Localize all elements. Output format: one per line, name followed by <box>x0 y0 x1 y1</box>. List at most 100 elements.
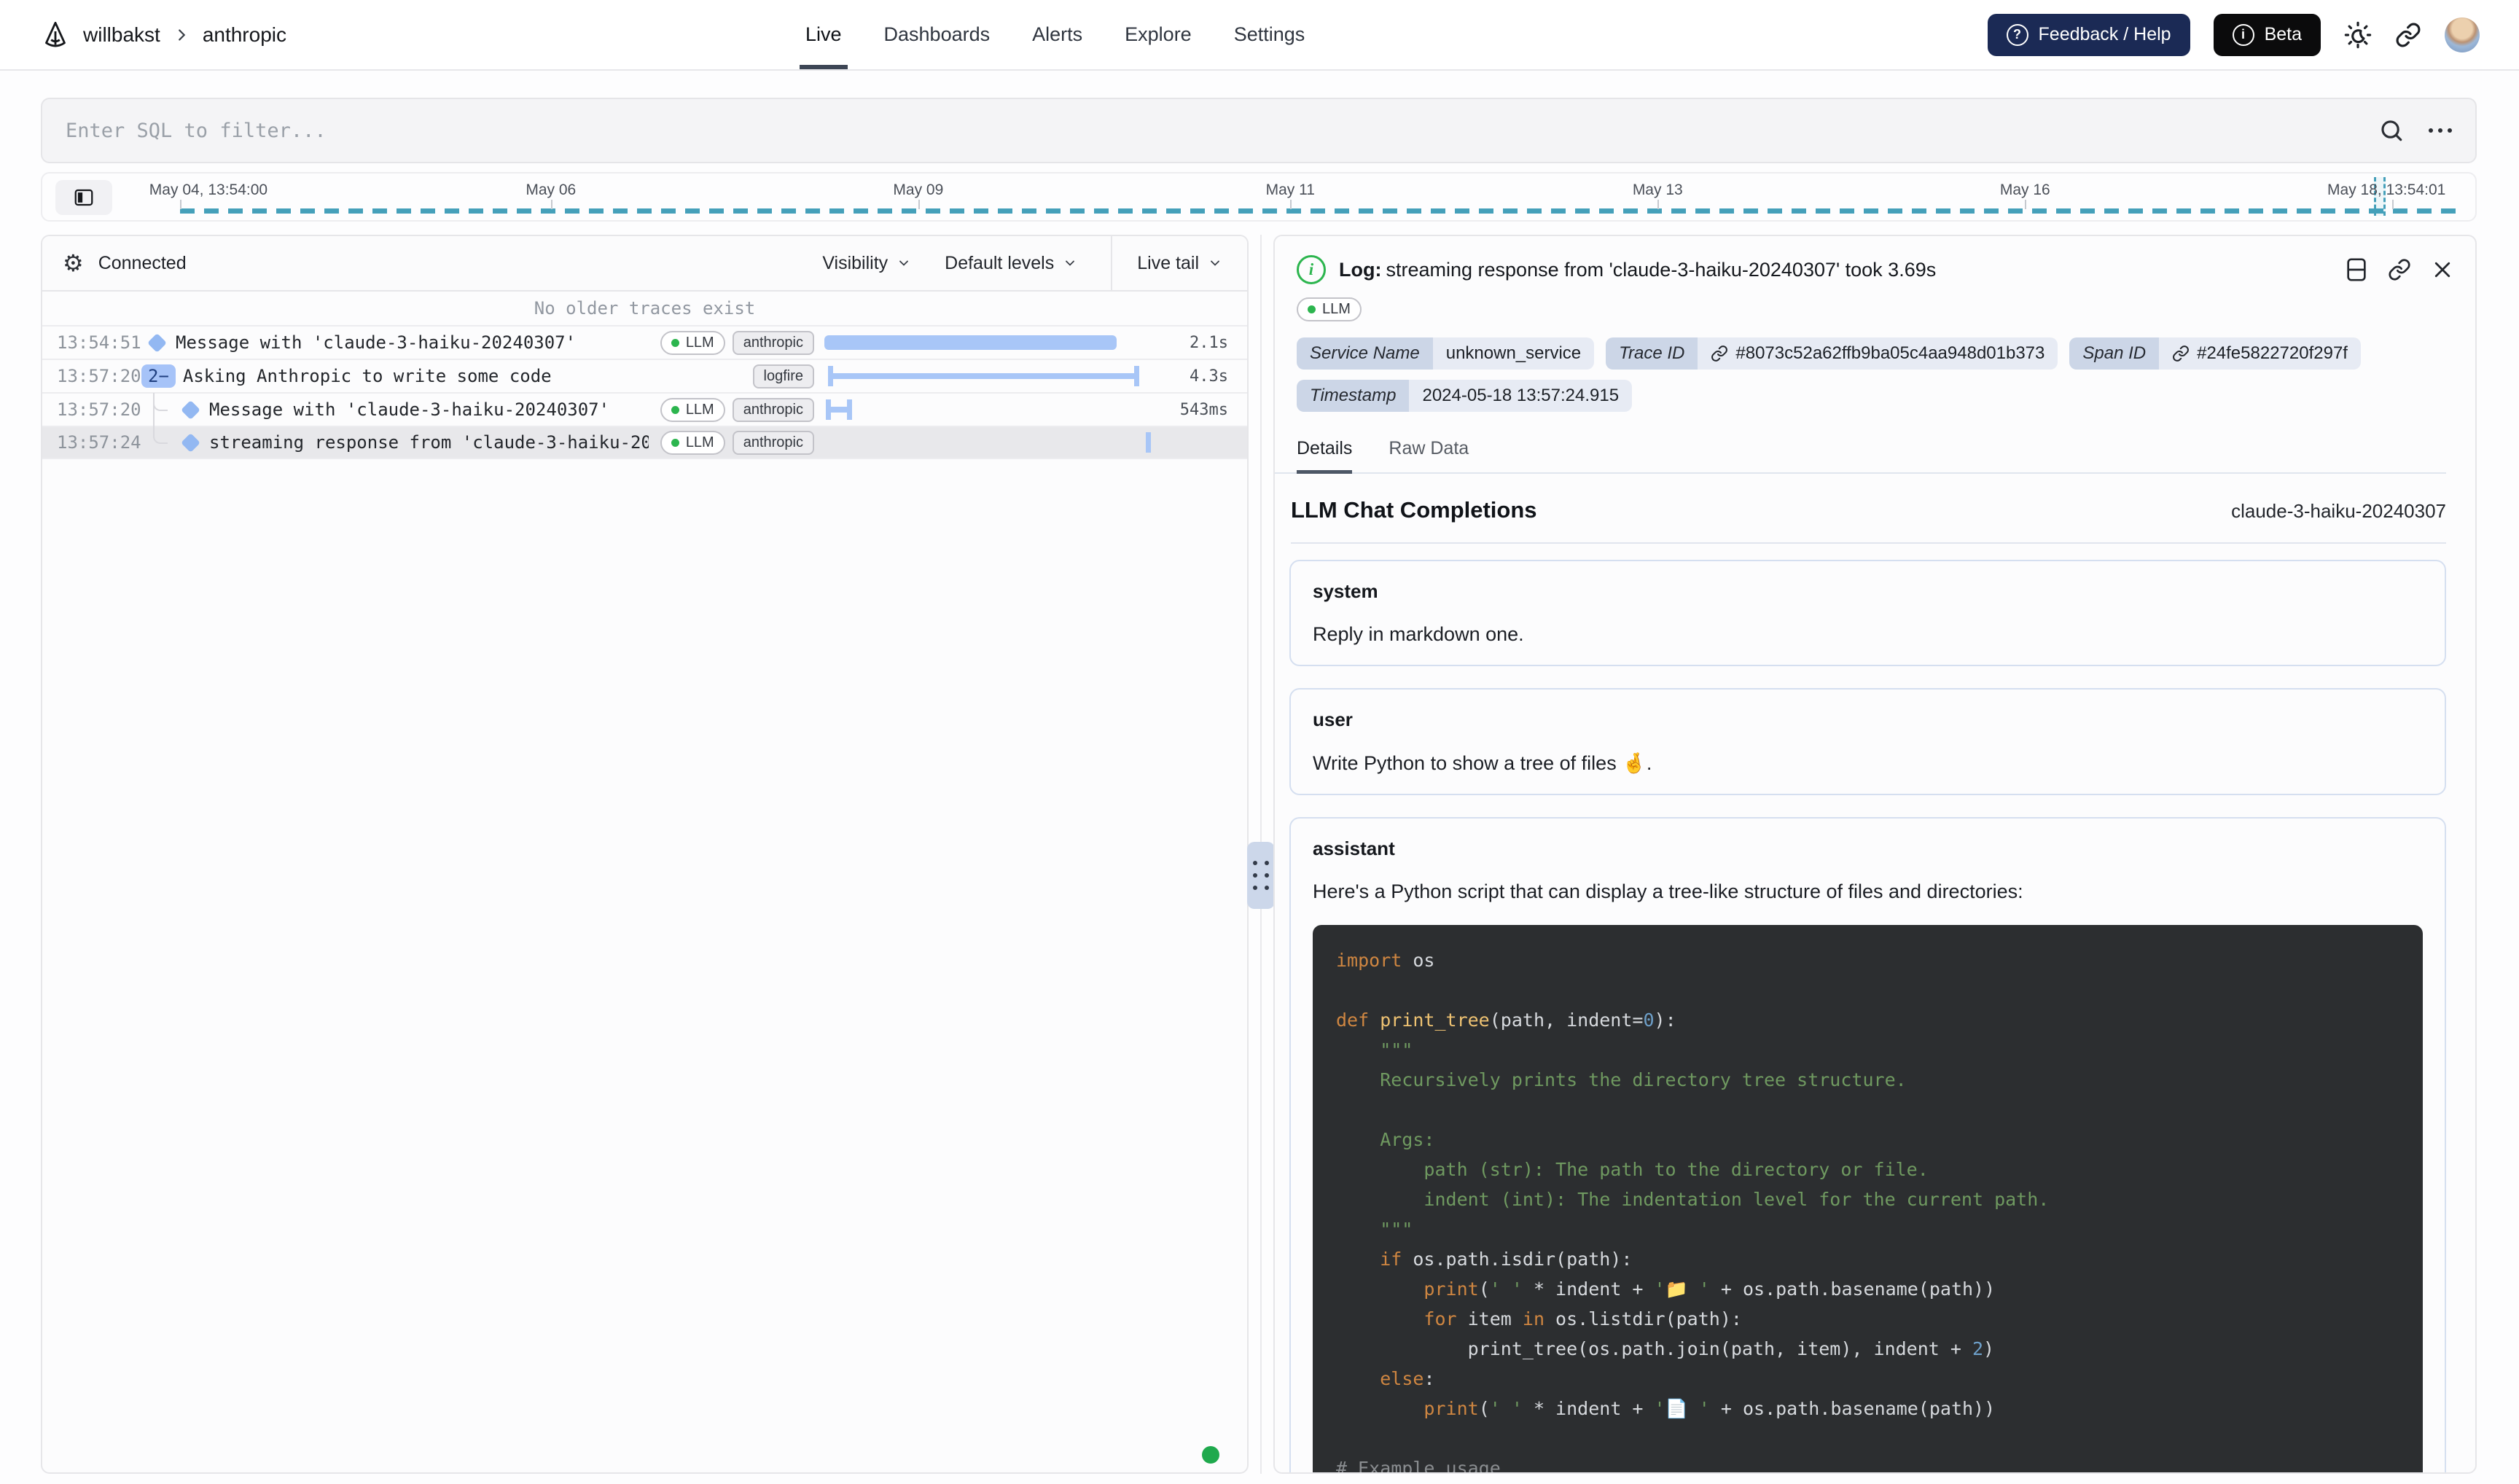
code-token: os.listdir(path): <box>1544 1308 1742 1329</box>
code-line: import os <box>1336 945 2399 975</box>
tag-label: LLM <box>686 434 714 451</box>
meta-value[interactable]: #8073c52a62ffb9ba05c4aa948d01b373 <box>1698 337 2058 370</box>
timeline-tick <box>1657 200 1659 209</box>
visibility-dropdown[interactable]: Visibility <box>822 253 911 274</box>
code-token: os <box>1402 950 1434 971</box>
gear-icon[interactable]: ⚙ <box>63 249 84 277</box>
code-line: print(' ' * indent + '📁 ' + os.path.base… <box>1336 1274 2399 1304</box>
meta-value-text: #8073c52a62ffb9ba05c4aa948d01b373 <box>1735 343 2045 364</box>
code-token <box>1336 1368 1380 1389</box>
code-token: print_tree <box>1380 1009 1490 1031</box>
trace-tags: LLM anthropic <box>660 398 814 422</box>
breadcrumb: willbakst anthropic <box>41 0 286 69</box>
tab-dashboards[interactable]: Dashboards <box>884 0 991 69</box>
trace-row[interactable]: 13:54:51Message with 'claude-3-haiku-202… <box>42 325 1247 359</box>
breadcrumb-project[interactable]: anthropic <box>203 23 286 47</box>
trace-row[interactable]: 13:57:202−Asking Anthropic to write some… <box>42 359 1247 392</box>
trace-list-header: ⚙ Connected Visibility Default levels Li… <box>42 236 1247 292</box>
detail-tabs: Details Raw Data <box>1275 412 2446 474</box>
code-token <box>1336 1249 1380 1270</box>
code-token: + os.path.basename(path)) <box>1710 1398 1995 1419</box>
meta-pill-trace-id: Trace ID#8073c52a62ffb9ba05c4aa948d01b37… <box>1606 337 2058 370</box>
trace-time: 13:57:24 <box>57 432 138 453</box>
trace-tag-anthropic[interactable]: anthropic <box>733 331 814 355</box>
tag-label: anthropic <box>743 335 803 351</box>
code-token <box>1336 1398 1423 1419</box>
log-info-icon: i <box>1297 255 1326 284</box>
more-options-icon[interactable] <box>2429 128 2452 133</box>
tree-connector <box>138 426 172 459</box>
tab-settings[interactable]: Settings <box>1234 0 1305 69</box>
beta-label: Beta <box>2265 24 2302 45</box>
timeline-tick <box>918 200 920 209</box>
timeline-track[interactable]: May 04, 13:54:00May 06May 09May 11May 13… <box>137 173 2462 220</box>
code-token: # Example usage <box>1336 1458 1501 1474</box>
trace-tag-llm[interactable]: LLM <box>660 331 725 355</box>
close-icon[interactable] <box>2432 259 2453 281</box>
code-line: """ <box>1336 1035 2399 1065</box>
search-icon[interactable] <box>2379 118 2404 143</box>
trace-row[interactable]: 13:57:24streaming response from 'claude-… <box>42 426 1247 459</box>
dock-panel-icon[interactable] <box>2346 257 2367 282</box>
code-token: ): <box>1655 1009 1676 1031</box>
collapse-count-badge[interactable]: 2− <box>141 364 176 388</box>
code-token: indent (int): The indentation level for … <box>1336 1189 2049 1210</box>
code-token: import <box>1336 950 1402 971</box>
sidebar-toggle-button[interactable] <box>55 180 112 215</box>
no-older-traces-message: No older traces exist <box>42 292 1247 325</box>
trace-row[interactable]: 13:57:20Message with 'claude-3-haiku-202… <box>42 392 1247 426</box>
trace-tag-anthropic[interactable]: anthropic <box>733 398 814 422</box>
code-token: * indent + <box>1523 1398 1655 1419</box>
theme-toggle-icon[interactable] <box>2344 21 2372 49</box>
tag-label: LLM <box>686 335 714 351</box>
timeline-date-label: May 06 <box>526 181 576 199</box>
trace-tag-logfire[interactable]: logfire <box>753 364 814 388</box>
default-levels-dropdown[interactable]: Default levels <box>945 253 1077 274</box>
logfire-logo-icon[interactable] <box>41 20 70 50</box>
code-line: path (str): The path to the directory or… <box>1336 1155 2399 1184</box>
user-avatar[interactable] <box>2445 17 2480 52</box>
live-tail-dropdown[interactable]: Live tail <box>1111 236 1247 290</box>
trace-tag-llm[interactable]: LLM <box>660 431 725 455</box>
tab-details[interactable]: Details <box>1297 438 1352 472</box>
code-line: print_tree(os.path.join(path, item), ind… <box>1336 1334 2399 1364</box>
trace-duration: 4.3s <box>1152 367 1228 386</box>
duration-bar <box>828 373 1140 379</box>
tag-label: anthropic <box>743 402 803 418</box>
tab-raw-data[interactable]: Raw Data <box>1389 438 1469 472</box>
code-token: ( <box>1479 1278 1490 1300</box>
copy-link-icon[interactable] <box>2388 258 2411 281</box>
trace-label: Asking Anthropic to write some code <box>183 366 552 386</box>
share-link-icon[interactable] <box>2395 22 2421 48</box>
feedback-help-label: Feedback / Help <box>2039 24 2171 45</box>
span-diamond-icon <box>181 433 200 453</box>
meta-value[interactable]: #24fe5822720f297f <box>2159 337 2361 370</box>
code-line <box>1336 1095 2399 1125</box>
code-token: if <box>1380 1249 1402 1270</box>
message-text: Here's a Python script that can display … <box>1313 880 2423 903</box>
code-token: for <box>1423 1308 1456 1329</box>
tab-explore[interactable]: Explore <box>1125 0 1192 69</box>
chevron-down-icon <box>1208 256 1222 270</box>
sql-filter-input[interactable] <box>66 120 2379 142</box>
navbar: willbakst anthropic Live Dashboards Alerts… <box>0 0 2519 71</box>
link-icon <box>1711 345 1728 362</box>
link-icon <box>2172 345 2190 362</box>
trace-tag-anthropic[interactable]: anthropic <box>733 431 814 455</box>
tab-alerts[interactable]: Alerts <box>1032 0 1082 69</box>
beta-button[interactable]: i Beta <box>2214 14 2321 56</box>
tab-live[interactable]: Live <box>805 0 842 69</box>
code-token: '📄 ' <box>1655 1398 1710 1419</box>
duration-bar-zone <box>824 394 1152 426</box>
breadcrumb-org[interactable]: willbakst <box>83 23 160 47</box>
timeline-date-label: May 04, 13:54:00 <box>149 181 267 199</box>
code-token: print <box>1423 1278 1478 1300</box>
trace-tag-llm[interactable]: LLM <box>660 398 725 422</box>
tag-label: anthropic <box>743 434 803 451</box>
code-token: print_tree(os.path.join(path, item), ind… <box>1336 1338 1972 1359</box>
panel-resize-handle[interactable] <box>1247 842 1275 909</box>
code-line <box>1336 975 2399 1005</box>
feedback-help-button[interactable]: ? Feedback / Help <box>1988 14 2190 56</box>
model-name: claude-3-haiku-20240307 <box>2231 500 2446 523</box>
code-token <box>1336 1308 1423 1329</box>
